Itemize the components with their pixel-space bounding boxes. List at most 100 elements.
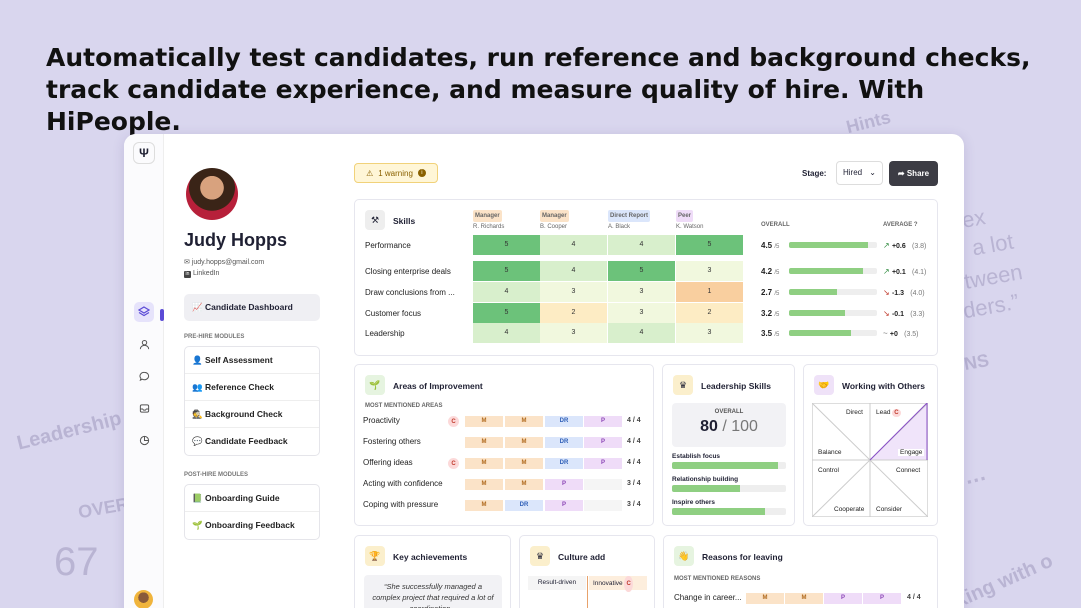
leadership-skills-card: ♛ Leadership Skills OVERALL 80 / 100 Est…	[662, 364, 795, 526]
menu-item-candidate-feedback[interactable]: 💬 Candidate Feedback	[185, 428, 319, 455]
layers-icon[interactable]	[134, 302, 154, 322]
culture-divider	[587, 576, 588, 608]
menu-item-reference-check[interactable]: 👥 Reference Check	[185, 374, 319, 401]
achievements-title: Key achievements	[393, 552, 468, 562]
menu-item-self-assessment[interactable]: 👤 Self Assessment	[185, 347, 319, 374]
chat-icon[interactable]	[134, 366, 154, 386]
achievement-quote: “She successfully managed a complex proj…	[364, 575, 502, 608]
respondent-chip: M	[465, 500, 503, 511]
menu-label: Candidate Feedback	[204, 436, 288, 446]
menu-label: Onboarding Feedback	[204, 520, 295, 530]
overall-bar-fill	[789, 289, 837, 295]
skill-row-label: Performance	[365, 241, 411, 250]
respondent-chip: M	[505, 437, 543, 448]
candidate-name: Judy Hopps	[184, 230, 288, 250]
linkedin-link[interactable]: LinkedIn	[193, 270, 219, 277]
reference-role-tag: Peer	[676, 210, 694, 222]
leadership-bar	[672, 462, 786, 469]
candidate-dashboard-button[interactable]: 📈 Candidate Dashboard	[184, 294, 320, 321]
user-avatar[interactable]	[134, 590, 153, 608]
menu-label: Onboarding Guide	[204, 493, 280, 503]
reason-chip: P	[863, 593, 901, 604]
linkedin-icon: in	[184, 271, 191, 278]
leadership-bar	[672, 508, 786, 515]
warning-badge[interactable]: ⚠ 1 warning i	[354, 163, 438, 183]
respondent-chip: P	[584, 437, 622, 448]
respondent-chip: M	[465, 437, 503, 448]
respondent-chip: M	[505, 479, 543, 490]
skill-score-cell: 3	[608, 282, 675, 302]
sprout-icon: 🌱	[192, 520, 203, 530]
pre-hire-label: PRE-HIRE MODULES	[184, 334, 245, 340]
working-style-quadrant	[812, 403, 928, 517]
reference-header: Manager B. Cooper	[540, 210, 569, 232]
working-with-others-card: 🤝 Working with Others Direct Lead C Bala…	[803, 364, 938, 526]
mention-ratio: 4 / 4	[627, 459, 641, 466]
reason-label: Change in career...	[674, 593, 742, 602]
skill-row-label: Leadership	[365, 329, 405, 338]
respondent-chip: M	[465, 458, 503, 469]
skills-title: Skills	[393, 216, 416, 226]
skill-score-cell: 4	[473, 323, 540, 343]
help-icon: ?	[913, 222, 918, 228]
skill-score-cell: 4	[540, 235, 607, 255]
overall-header: OVERALL	[761, 222, 790, 228]
candidate-badge: C	[448, 416, 459, 427]
reference-header: Manager R. Richards	[473, 210, 504, 232]
warning-icon: ⚠	[366, 168, 374, 178]
leadership-title: Leadership Skills	[701, 381, 771, 391]
user-icon[interactable]	[134, 334, 154, 354]
mail-icon: ✉	[184, 259, 190, 266]
culture-right-value: Innovative C	[589, 576, 647, 592]
improvement-row-label: Coping with pressure	[363, 500, 439, 509]
handshake-icon: 🤝	[814, 375, 834, 395]
respondent-chip: P	[545, 500, 583, 511]
leadership-bar-fill	[672, 462, 779, 469]
label-balance: Balance	[816, 449, 844, 456]
areas-of-improvement-card: 🌱 Areas of Improvement MOST MENTIONED AR…	[354, 364, 654, 526]
menu-label: Self Assessment	[204, 355, 273, 365]
stage-select[interactable]: Hired ⌄	[836, 161, 883, 185]
improvement-row-label: Acting with confidence	[363, 479, 443, 488]
menu-label: Reference Check	[204, 382, 274, 392]
reference-name: K. Watson	[676, 224, 704, 230]
leadership-bar	[672, 485, 786, 492]
reference-name: B. Cooper	[540, 224, 568, 230]
overall-bar	[789, 242, 877, 248]
reference-name: A. Black	[608, 224, 631, 230]
logo[interactable]: Ψ	[133, 142, 155, 164]
skill-row-label: Closing enterprise deals	[365, 267, 451, 276]
inbox-icon[interactable]	[134, 398, 154, 418]
share-button[interactable]: ➦ Share	[889, 161, 938, 186]
reason-chip: M	[746, 593, 784, 604]
candidate-email[interactable]: judy.hopps@gmail.com	[192, 259, 264, 266]
overall-score: 80 / 100	[700, 418, 758, 435]
working-title: Working with Others	[842, 381, 925, 391]
leadership-bar-label: Establish focus	[672, 453, 721, 460]
active-indicator	[160, 309, 164, 321]
skill-score-cell: 2	[540, 303, 607, 323]
reason-chip: M	[785, 593, 823, 604]
overall-bar	[789, 330, 877, 336]
skill-score-cell: 4	[473, 282, 540, 302]
most-mentioned-label: MOST MENTIONED AREAS	[365, 403, 443, 409]
warning-text: 1 warning	[378, 168, 413, 178]
overall-bar-fill	[789, 268, 863, 274]
pre-hire-menu: 👤 Self Assessment 👥 Reference Check 🕵 Ba…	[184, 346, 320, 456]
skill-score-cell: 3	[540, 282, 607, 302]
menu-item-onboarding-feedback[interactable]: 🌱 Onboarding Feedback	[185, 512, 319, 539]
skill-row-label: Customer focus	[365, 309, 422, 318]
reference-header: Direct Report A. Black	[608, 210, 651, 232]
menu-item-onboarding-guide[interactable]: 📗 Onboarding Guide	[185, 485, 319, 512]
reasons-title: Reasons for leaving	[702, 552, 783, 562]
menu-item-background-check[interactable]: 🕵 Background Check	[185, 401, 319, 428]
overall-bar	[789, 268, 877, 274]
trend-delta: ↗ +0.6 (3.8)	[883, 241, 927, 250]
culture-add-card: ♛ Culture add Result-driven Innovative C	[519, 535, 655, 608]
mention-ratio: 3 / 4	[627, 501, 641, 508]
skill-score-cell: 2	[676, 303, 743, 323]
pie-chart-icon[interactable]	[134, 430, 154, 450]
overall-score: 3.5 /5	[761, 329, 780, 338]
people-icon: 👥	[192, 382, 203, 392]
bg-text-number: 67	[54, 540, 99, 584]
